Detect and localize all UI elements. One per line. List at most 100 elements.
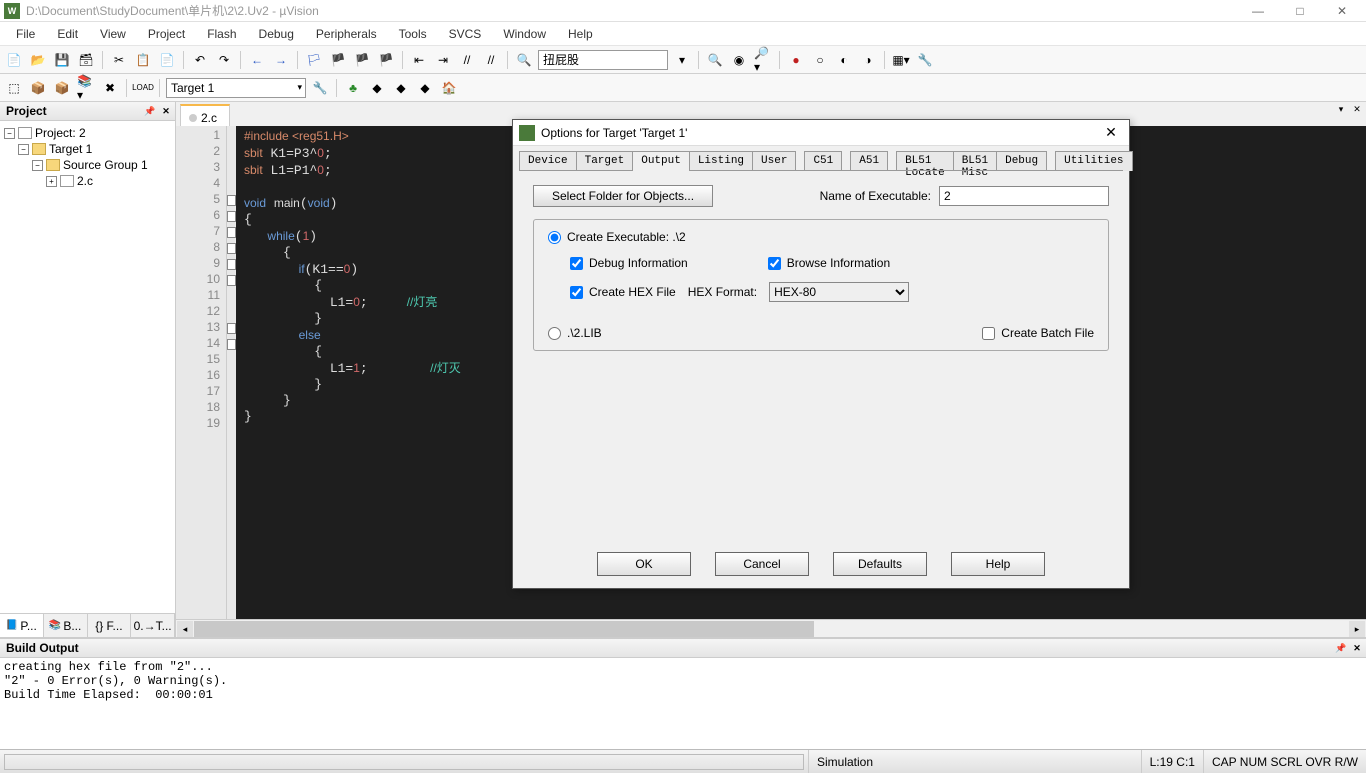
tree-file[interactable]: 2.c bbox=[77, 174, 93, 188]
create-batch-checkbox[interactable] bbox=[982, 327, 995, 340]
new-file-icon[interactable]: 📄 bbox=[4, 50, 24, 70]
project-tree[interactable]: −Project: 2 −Target 1 −Source Group 1 +2… bbox=[0, 121, 175, 613]
status-scroll[interactable] bbox=[4, 754, 804, 770]
tab-listing[interactable]: Listing bbox=[689, 151, 753, 171]
tree-collapse-icon[interactable]: − bbox=[18, 144, 29, 155]
bookmark-prev-icon[interactable]: 🏴 bbox=[352, 50, 372, 70]
menu-project[interactable]: Project bbox=[138, 24, 195, 44]
options-icon[interactable]: 🔧 bbox=[310, 78, 330, 98]
sidebar-tab-project[interactable]: 📘P... bbox=[0, 614, 44, 637]
stop-build-icon[interactable]: ✖ bbox=[100, 78, 120, 98]
save-icon[interactable]: 💾 bbox=[52, 50, 72, 70]
breakpoint-kill-icon[interactable]: ◑ bbox=[858, 50, 878, 70]
select-folder-button[interactable]: Select Folder for Objects... bbox=[533, 185, 713, 207]
undo-icon[interactable]: ↶ bbox=[190, 50, 210, 70]
tab-device[interactable]: Device bbox=[519, 151, 577, 171]
sidebar-tab-books[interactable]: 📚B... bbox=[44, 614, 88, 637]
tab-a51[interactable]: A51 bbox=[850, 151, 888, 171]
create-executable-radio[interactable] bbox=[548, 231, 561, 244]
executable-name-input[interactable] bbox=[939, 186, 1109, 206]
tree-expand-icon[interactable]: + bbox=[46, 176, 57, 187]
breakpoint-disable-icon[interactable]: ◐ bbox=[834, 50, 854, 70]
find-in-files-icon[interactable]: 🔍 bbox=[514, 50, 534, 70]
close-button[interactable]: ✕ bbox=[1330, 1, 1354, 21]
manage-rte-icon[interactable]: ◆ bbox=[415, 78, 435, 98]
configure-icon[interactable]: 🔧 bbox=[915, 50, 935, 70]
comment-icon[interactable]: // bbox=[457, 50, 477, 70]
build-icon[interactable]: 📦 bbox=[28, 78, 48, 98]
nav-fwd-icon[interactable]: → bbox=[271, 50, 291, 70]
editor-menu-icon[interactable]: ▾ bbox=[1334, 104, 1348, 118]
menu-help[interactable]: Help bbox=[558, 24, 603, 44]
breakpoint-enable-icon[interactable]: ○ bbox=[810, 50, 830, 70]
scroll-thumb[interactable] bbox=[194, 621, 814, 637]
ok-button[interactable]: OK bbox=[597, 552, 691, 576]
panel-close-icon[interactable]: ✕ bbox=[159, 104, 173, 118]
debug-start-icon[interactable]: 🔍 bbox=[705, 50, 725, 70]
menu-debug[interactable]: Debug bbox=[249, 24, 304, 44]
window-layout-icon[interactable]: ▦▾ bbox=[891, 50, 911, 70]
editor-tab[interactable]: 2.c bbox=[180, 104, 230, 126]
cancel-button[interactable]: Cancel bbox=[715, 552, 809, 576]
rebuild-icon[interactable]: 📦 bbox=[52, 78, 72, 98]
create-hex-checkbox[interactable] bbox=[570, 286, 583, 299]
menu-view[interactable]: View bbox=[90, 24, 136, 44]
menu-file[interactable]: File bbox=[6, 24, 45, 44]
batch-build-icon[interactable]: 📚▾ bbox=[76, 78, 96, 98]
find-icon[interactable]: 🔎▾ bbox=[753, 50, 773, 70]
tab-user[interactable]: User bbox=[752, 151, 796, 171]
hex-format-select[interactable]: HEX-80 bbox=[769, 282, 909, 302]
cut-icon[interactable]: ✂ bbox=[109, 50, 129, 70]
tree-collapse-icon[interactable]: − bbox=[32, 160, 43, 171]
bookmark-clear-icon[interactable]: 🏴 bbox=[376, 50, 396, 70]
file-ext-icon[interactable]: ◆ bbox=[367, 78, 387, 98]
editor-h-scrollbar[interactable]: ◂ ▸ bbox=[176, 619, 1366, 637]
dialog-title-bar[interactable]: Options for Target 'Target 1' ✕ bbox=[513, 120, 1129, 146]
minimize-button[interactable]: — bbox=[1246, 1, 1270, 21]
nav-back-icon[interactable]: ← bbox=[247, 50, 267, 70]
pin-icon[interactable]: 📌 bbox=[143, 104, 157, 118]
books-icon[interactable]: ◆ bbox=[391, 78, 411, 98]
build-output-text[interactable]: creating hex file from "2"... "2" - 0 Er… bbox=[0, 658, 1366, 749]
sidebar-tab-functions[interactable]: {} F... bbox=[88, 614, 132, 637]
translate-icon[interactable]: ⬚ bbox=[4, 78, 24, 98]
tab-c51[interactable]: C51 bbox=[804, 151, 842, 171]
dialog-close-button[interactable]: ✕ bbox=[1099, 124, 1123, 141]
pin-icon[interactable]: 📌 bbox=[1334, 641, 1348, 655]
browse-info-checkbox[interactable] bbox=[768, 257, 781, 270]
menu-svcs[interactable]: SVCS bbox=[439, 24, 492, 44]
menu-tools[interactable]: Tools bbox=[389, 24, 437, 44]
redo-icon[interactable]: ↷ bbox=[214, 50, 234, 70]
copy-icon[interactable]: 📋 bbox=[133, 50, 153, 70]
insert-breakpoint-icon[interactable]: ◉ bbox=[729, 50, 749, 70]
panel-close-icon[interactable]: ✕ bbox=[1350, 641, 1364, 655]
indent-icon[interactable]: ⇤ bbox=[409, 50, 429, 70]
search-dropdown-icon[interactable]: ▾ bbox=[672, 50, 692, 70]
open-file-icon[interactable]: 📂 bbox=[28, 50, 48, 70]
menu-edit[interactable]: Edit bbox=[47, 24, 88, 44]
tab-bl51-locate[interactable]: BL51 Locate bbox=[896, 151, 954, 171]
tree-target[interactable]: Target 1 bbox=[49, 142, 92, 156]
help-button[interactable]: Help bbox=[951, 552, 1045, 576]
search-input[interactable] bbox=[538, 50, 668, 70]
tab-output[interactable]: Output bbox=[632, 151, 690, 171]
tab-target[interactable]: Target bbox=[576, 151, 634, 171]
outdent-icon[interactable]: ⇥ bbox=[433, 50, 453, 70]
download-icon[interactable]: LOAD bbox=[133, 78, 153, 98]
menu-peripherals[interactable]: Peripherals bbox=[306, 24, 387, 44]
maximize-button[interactable]: □ bbox=[1288, 1, 1312, 21]
pack-installer-icon[interactable]: 🏠 bbox=[439, 78, 459, 98]
tab-utilities[interactable]: Utilities bbox=[1055, 151, 1132, 171]
create-library-radio[interactable] bbox=[548, 327, 561, 340]
breakpoint-toggle-icon[interactable]: ● bbox=[786, 50, 806, 70]
tab-debug[interactable]: Debug bbox=[996, 151, 1047, 171]
tab-bl51-misc[interactable]: BL51 Misc bbox=[953, 151, 997, 171]
tree-group[interactable]: Source Group 1 bbox=[63, 158, 148, 172]
target-combo[interactable]: Target 1 bbox=[166, 78, 306, 98]
bookmark-icon[interactable]: 🏳 bbox=[304, 50, 324, 70]
editor-close-icon[interactable]: ✕ bbox=[1350, 104, 1364, 118]
save-all-icon[interactable]: 🗃 bbox=[76, 50, 96, 70]
tree-project[interactable]: Project: 2 bbox=[35, 126, 86, 140]
menu-flash[interactable]: Flash bbox=[197, 24, 246, 44]
scroll-right-icon[interactable]: ▸ bbox=[1349, 621, 1365, 637]
